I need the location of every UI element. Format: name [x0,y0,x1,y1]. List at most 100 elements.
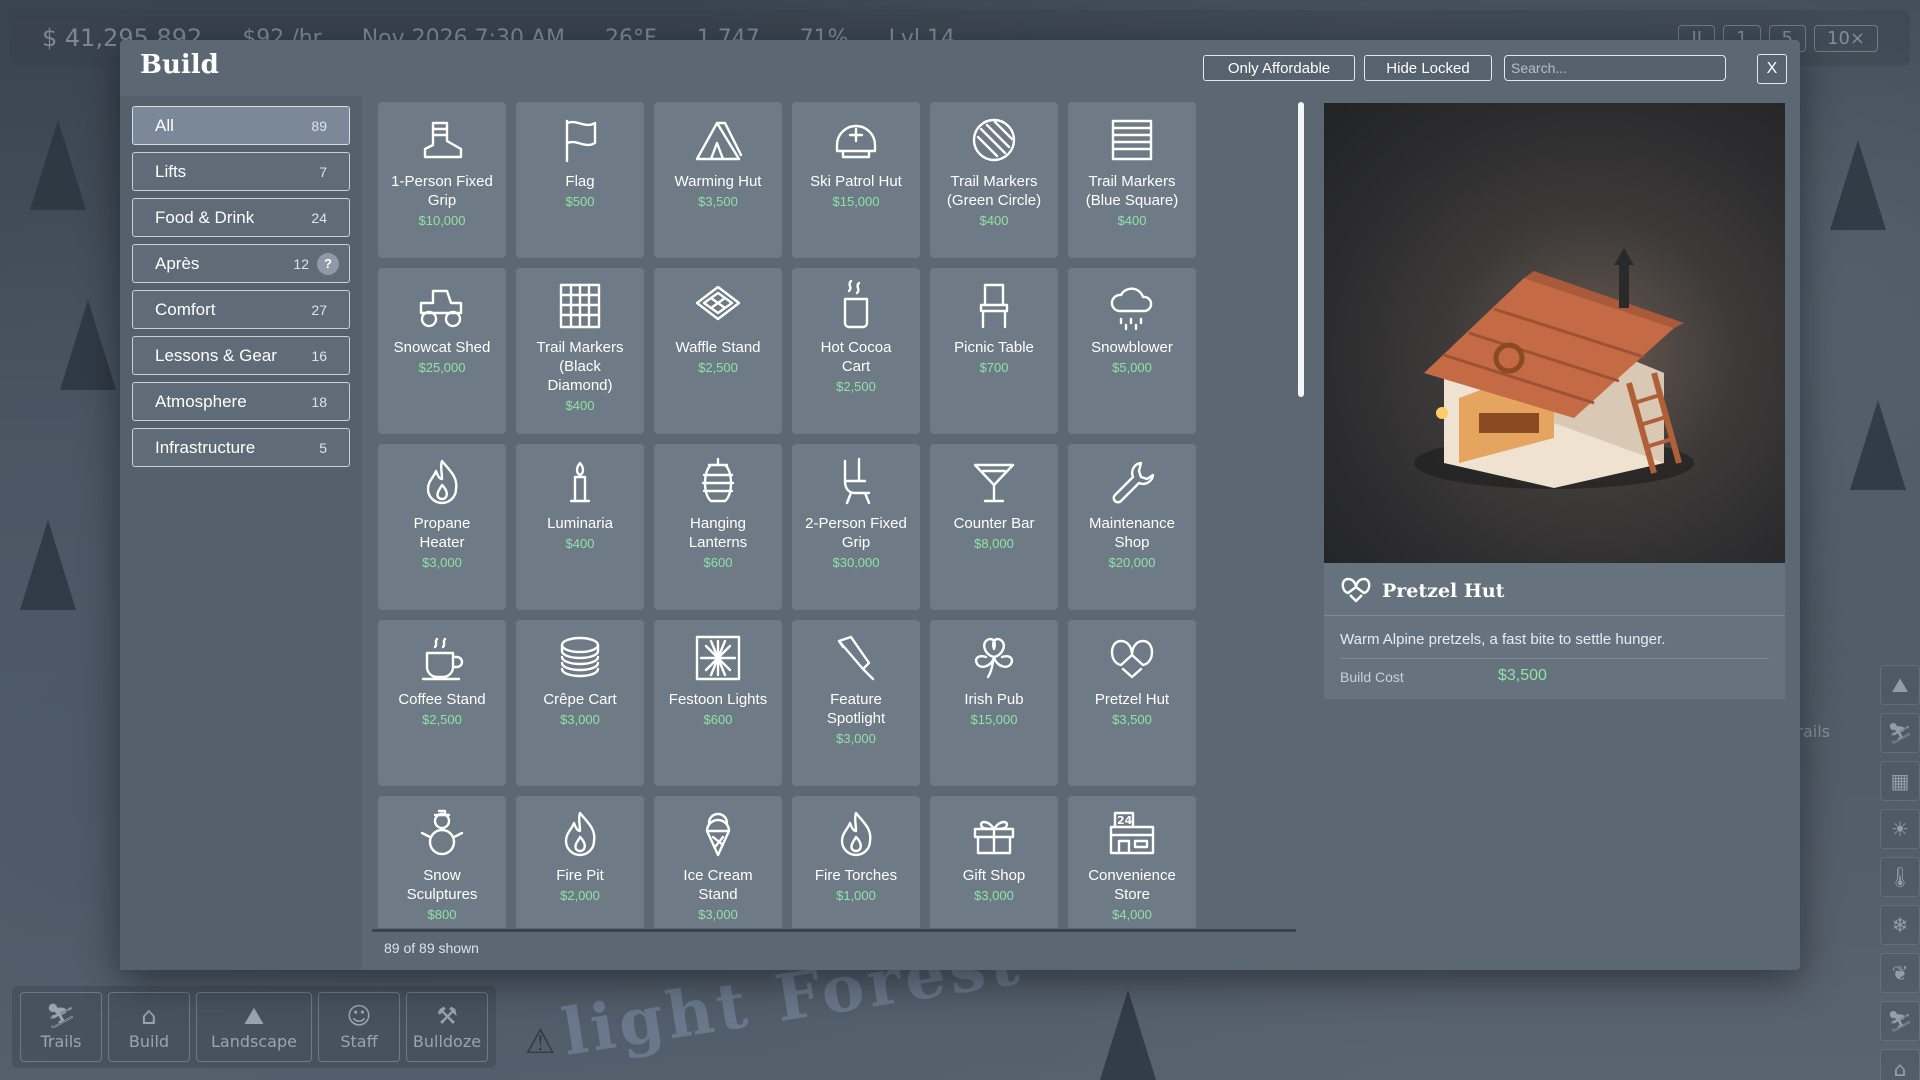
build-modal: Build Only Affordable Hide Locked X All … [120,40,1800,970]
warning-icon[interactable]: ⚠ [525,1022,555,1062]
skier-icon: ⛷ [45,1001,77,1030]
category-count: 24 [311,209,327,226]
grid-scrollbar[interactable] [1298,102,1304,397]
build-item-card[interactable]: Fire Pit $2,000 [516,796,644,928]
landscape-label: Landscape [211,1031,297,1051]
build-item-card[interactable]: Hanging Lanterns $600 [654,444,782,610]
build-item-card[interactable]: Feature Spotlight $3,000 [792,620,920,786]
snowman-icon [412,806,472,862]
build-item-card[interactable]: Warming Hut $3,500 [654,102,782,258]
build-item-price: $10,000 [418,213,466,228]
staff-button[interactable]: ☺ Staff [318,992,400,1062]
build-item-name: Gift Shop [962,867,1026,884]
bulldoze-button[interactable]: ⚒ Bulldoze [406,992,488,1062]
build-item-card[interactable]: Trail Markers (Green Circle) $400 [930,102,1058,258]
build-item-card[interactable]: Coffee Stand $2,500 [378,620,506,786]
sun-icon[interactable]: ☀ [1880,809,1920,849]
category-lifts[interactable]: Lifts 7 [132,152,350,191]
build-cost-value: $3,500 [1498,667,1547,684]
build-item-card[interactable]: Pretzel Hut $3,500 [1068,620,1196,786]
build-item-card[interactable]: Trail Markers (Black Diamond) $400 [516,268,644,434]
build-item-card[interactable]: Luminaria $400 [516,444,644,610]
build-item-card[interactable]: Waffle Stand $2,500 [654,268,782,434]
pretzel-hut-illustration [1414,248,1694,489]
build-item-card[interactable]: Festoon Lights $600 [654,620,782,786]
build-item-price: $5,000 [1112,360,1152,375]
build-item-card[interactable]: 24 Convenience Store $4,000 [1068,796,1196,928]
category-apres[interactable]: Après 12 ? [132,244,350,283]
trails-button[interactable]: ⛷ Trails [20,992,102,1062]
category-label: Food & Drink [155,207,255,227]
build-item-name: Waffle Stand [675,339,761,356]
speed-10-button[interactable]: 10× [1814,24,1878,52]
ski-lift-icon[interactable]: ⛷ [1880,1001,1920,1041]
category-comfort[interactable]: Comfort 27 [132,290,350,329]
tree-decor [30,120,86,210]
build-item-card[interactable]: Crêpe Cart $3,000 [516,620,644,786]
help-icon[interactable]: ? [317,252,339,275]
mountain-icon: ⛰ [243,1001,265,1030]
category-label: Atmosphere [155,391,247,411]
build-item-card[interactable]: Propane Heater $3,000 [378,444,506,610]
category-label: All [155,115,174,135]
build-item-card[interactable]: Ice Cream Stand $3,000 [654,796,782,928]
category-label: Lessons & Gear [155,345,277,365]
build-item-card[interactable]: 1-Person Fixed Grip $10,000 [378,102,506,258]
build-item-card[interactable]: Maintenance Shop $20,000 [1068,444,1196,610]
category-infrastructure[interactable]: Infrastructure 5 [132,428,350,467]
build-button[interactable]: ⌂ Build [108,992,190,1062]
close-button[interactable]: X [1757,54,1787,84]
category-lessons-gear[interactable]: Lessons & Gear 16 [132,336,350,375]
candle-icon [550,454,610,510]
map-icon[interactable]: ▦ [1880,761,1920,801]
landscape-button[interactable]: ⛰ Landscape [196,992,312,1062]
wrench-icon [1102,454,1162,510]
skier-icon[interactable]: ⛷ [1880,713,1920,753]
layers-icon[interactable]: ⛰ [1880,665,1920,705]
cocoa-cup-icon [826,278,886,334]
snowflake-icon[interactable]: ❄ [1880,905,1920,945]
flashlight-icon [826,630,886,686]
search-input[interactable] [1504,55,1726,81]
leaf-icon[interactable]: ❦ [1880,953,1920,993]
only-affordable-button[interactable]: Only Affordable [1203,55,1355,81]
detail-panel: Pretzel Hut Warm Alpine pretzels, a fast… [1324,103,1785,699]
build-item-price: $4,000 [1112,907,1152,922]
build-item-card[interactable]: Counter Bar $8,000 [930,444,1058,610]
build-item-card[interactable]: 2-Person Fixed Grip $30,000 [792,444,920,610]
build-item-price: $700 [979,360,1009,375]
build-item-card[interactable]: Snow Sculptures $800 [378,796,506,928]
helmet-icon [826,112,886,168]
build-item-card[interactable]: Fire Torches $1,000 [792,796,920,928]
category-label: Lifts [155,161,187,181]
build-item-grid[interactable]: 1-Person Fixed Grip $10,000 Flag $500 Warmin… [372,102,1324,928]
bulldoze-label: Bulldoze [412,1031,482,1051]
category-count: 16 [311,347,327,364]
build-item-card[interactable]: Trail Markers (Blue Square) $400 [1068,102,1196,258]
build-item-name: Irish Pub [964,691,1024,708]
build-item-card[interactable]: Snowblower $5,000 [1068,268,1196,434]
build-item-name: Convenience Store [1088,867,1176,903]
snow-cloud-icon [1102,278,1162,334]
pretzel-icon [1102,630,1162,686]
build-item-card[interactable]: Ski Patrol Hut $15,000 [792,102,920,258]
build-item-name: Propane Heater [413,515,471,551]
build-item-card[interactable]: Irish Pub $15,000 [930,620,1058,786]
hide-locked-button[interactable]: Hide Locked [1364,55,1492,81]
build-item-card[interactable]: Picnic Table $700 [930,268,1058,434]
thermometer-icon[interactable]: 🌡 [1880,857,1920,897]
category-food-drink[interactable]: Food & Drink 24 [132,198,350,237]
build-item-price: $25,000 [418,360,466,375]
build-item-name: Ice Cream Stand [683,867,753,903]
category-all[interactable]: All 89 [132,106,350,145]
build-item-card[interactable]: Gift Shop $3,000 [930,796,1058,928]
category-atmosphere[interactable]: Atmosphere 18 [132,382,350,421]
build-item-card[interactable]: Hot Cocoa Cart $2,500 [792,268,920,434]
build-item-name: Festoon Lights [668,691,768,708]
lift-seat-icon [826,454,886,510]
detail-title: Pretzel Hut [1382,580,1505,602]
build-item-name: Luminaria [547,515,613,532]
build-item-card[interactable]: Snowcat Shed $25,000 [378,268,506,434]
build-icon[interactable]: ⌂ [1880,1049,1920,1080]
build-item-card[interactable]: Flag $500 [516,102,644,258]
